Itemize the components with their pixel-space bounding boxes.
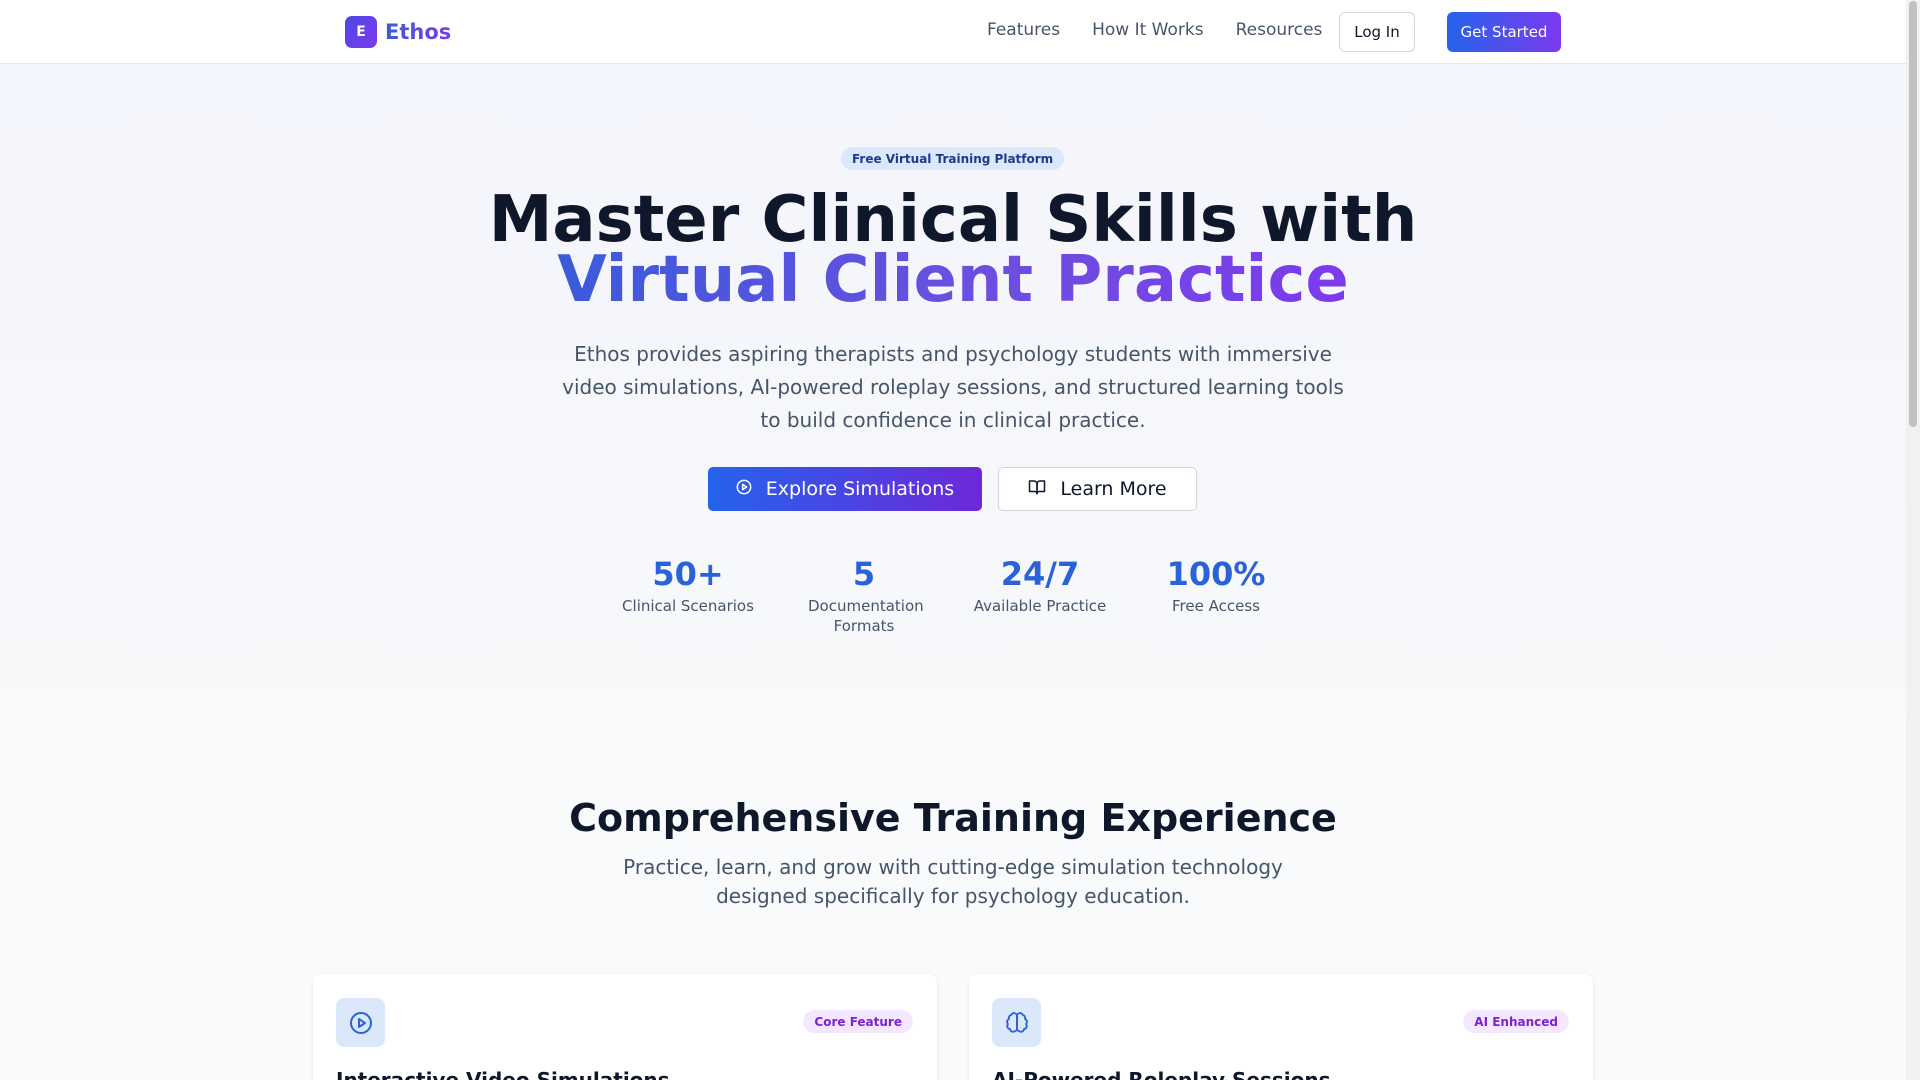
feature-card-ai-roleplay[interactable]: AI Enhanced AI-Powered Roleplay Sessions [969, 974, 1593, 1080]
brain-icon [992, 998, 1041, 1047]
hero-section: Free Virtual Training Platform Master Cl… [0, 64, 1906, 719]
nav-link-how-it-works[interactable]: How It Works [1092, 20, 1203, 40]
login-button[interactable]: Log In [1339, 12, 1415, 52]
feature-card-video-simulations[interactable]: Core Feature Interactive Video Simulatio… [313, 974, 937, 1080]
nav-links: Features How It Works Resources [987, 20, 1322, 40]
brand-logo-icon: E [345, 16, 377, 48]
nav-link-features[interactable]: Features [987, 20, 1060, 40]
stat-label: Available Practice [973, 597, 1107, 615]
features-title: Comprehensive Training Experience [569, 796, 1337, 840]
card-title: Interactive Video Simulations [336, 1068, 670, 1080]
features-section: Comprehensive Training Experience Practi… [0, 719, 1906, 1080]
stat-available-practice: 24/7 Available Practice [970, 554, 1110, 616]
hero-badge: Free Virtual Training Platform [841, 147, 1065, 170]
scrollbar-thumb[interactable] [1909, 1, 1917, 427]
stat-documentation-formats: 5 Documentation Formats [794, 554, 934, 636]
features-subtitle: Practice, learn, and grow with cutting-e… [623, 855, 1283, 908]
play-circle-icon [336, 998, 385, 1047]
stat-free-access: 100% Free Access [1146, 554, 1286, 616]
stat-label: Free Access [1172, 597, 1260, 615]
stat-value: 24/7 [1000, 555, 1080, 593]
stat-label: Clinical Scenarios [622, 597, 754, 615]
stat-value: 5 [852, 555, 876, 593]
stat-label: Documentation Formats [808, 597, 924, 635]
nav-link-resources[interactable]: Resources [1236, 20, 1323, 40]
card-title: AI-Powered Roleplay Sessions [992, 1068, 1331, 1080]
top-nav: E Ethos Features How It Works Resources … [0, 0, 1906, 64]
explore-simulations-button[interactable]: Explore Simulations [708, 467, 982, 511]
learn-more-label: Learn More [1060, 478, 1167, 500]
stat-clinical-scenarios: 50+ Clinical Scenarios [618, 554, 758, 616]
hero-lead: Ethos provides aspiring therapists and p… [562, 342, 1344, 432]
explore-simulations-label: Explore Simulations [765, 478, 955, 500]
brand-logo-link[interactable]: E Ethos [345, 16, 451, 48]
hero-title-line2: Virtual Client Practice [0, 244, 1906, 316]
card-badge: Core Feature [803, 1010, 913, 1033]
learn-more-button[interactable]: Learn More [998, 467, 1197, 511]
play-circle-icon [736, 478, 752, 500]
book-open-icon [1028, 478, 1046, 501]
card-badge: AI Enhanced [1463, 1010, 1569, 1033]
get-started-button[interactable]: Get Started [1447, 12, 1561, 52]
stat-value: 50+ [652, 555, 724, 593]
stat-value: 100% [1166, 555, 1266, 593]
page-scrollbar[interactable] [1906, 0, 1920, 1080]
brand-name: Ethos [385, 20, 452, 44]
hero-title-gradient: Virtual Client Practice [557, 243, 1349, 317]
